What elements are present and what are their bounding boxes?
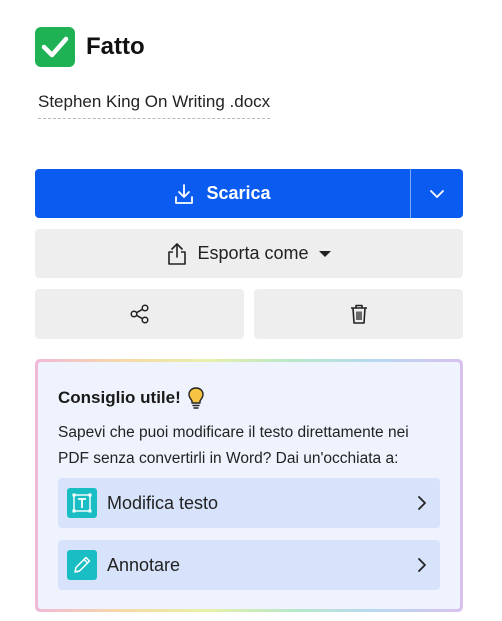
- share-button[interactable]: [35, 289, 244, 339]
- delete-button[interactable]: [254, 289, 463, 339]
- export-label: Esporta come: [197, 243, 309, 263]
- download-icon: [175, 183, 194, 204]
- file-name[interactable]: Stephen King On Writing .docx: [38, 92, 271, 119]
- chevron-right-icon: [418, 558, 426, 572]
- caret-down-icon: [318, 250, 331, 257]
- download-options-button[interactable]: [411, 169, 463, 218]
- chevron-right-icon: [418, 496, 426, 510]
- download-button[interactable]: Scarica: [35, 169, 410, 218]
- pencil-icon: [67, 550, 97, 580]
- download-label: Scarica: [206, 183, 271, 203]
- share-icon: [129, 304, 149, 324]
- tip-title-text: Consiglio utile!: [58, 388, 181, 407]
- download-button-group: Scarica: [35, 169, 463, 218]
- tip-card-body: Consiglio utile! Sapevi che puoi modific…: [38, 362, 460, 609]
- status-title: Fatto: [86, 33, 145, 60]
- tip-title: Consiglio utile!: [58, 386, 205, 410]
- export-as-button[interactable]: Esporta come: [35, 229, 463, 278]
- share-export-icon: [168, 242, 187, 265]
- status-header: Fatto: [35, 27, 145, 67]
- edit-text-link[interactable]: Modifica testo: [58, 478, 440, 528]
- trash-icon: [350, 304, 367, 324]
- chevron-down-icon: [430, 189, 444, 198]
- annotate-label: Annotare: [107, 554, 181, 575]
- annotate-link[interactable]: Annotare: [58, 540, 440, 590]
- lightbulb-icon: [188, 387, 204, 409]
- tip-body: Sapevi che puoi modificare il testo dire…: [58, 424, 409, 467]
- edit-text-label: Modifica testo: [107, 492, 219, 513]
- checkmark-icon: [35, 27, 75, 67]
- tip-card: Consiglio utile! Sapevi che puoi modific…: [35, 359, 463, 612]
- edit-text-icon: [67, 488, 97, 518]
